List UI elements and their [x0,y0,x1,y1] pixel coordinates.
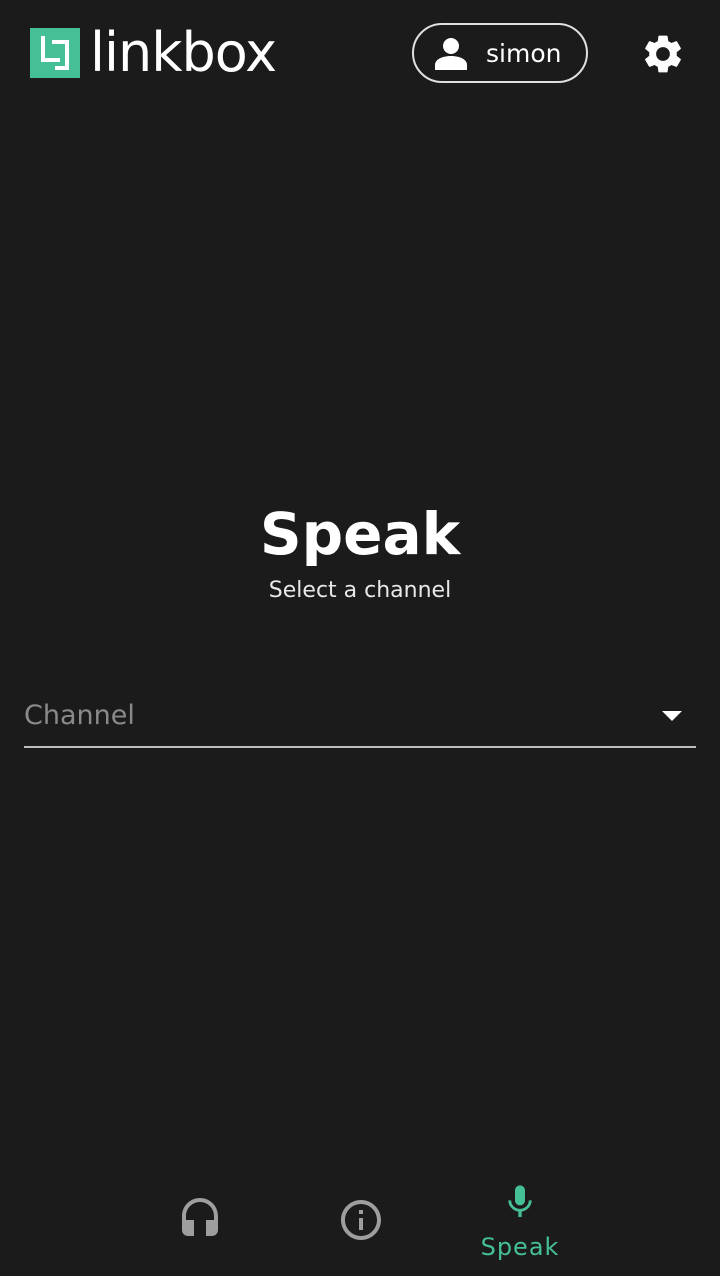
page-subtitle: Select a channel [268,578,452,603]
microphone-icon [508,1185,532,1217]
linkbox-logo[interactable]: linkbox [30,21,277,84]
user-icon [435,38,467,70]
nav-headphones-icon[interactable] [176,1196,224,1244]
user-account-button[interactable]: simon [412,23,588,83]
app-header: linkbox simon [0,0,720,110]
nav-speak-label: Speak [480,1233,560,1261]
channel-select-placeholder: Channel [24,700,135,731]
username-label: simon [486,39,562,68]
settings-gear-icon[interactable] [640,31,686,77]
page-title: Speak [259,500,461,568]
logo-text: linkbox [90,21,277,84]
nav-speak-tab[interactable]: Speak [474,1178,566,1264]
linkbox-logo-icon [30,28,80,78]
channel-select[interactable]: Channel [24,690,696,748]
nav-info-icon[interactable] [337,1196,385,1244]
dropdown-arrow-icon [662,711,682,721]
